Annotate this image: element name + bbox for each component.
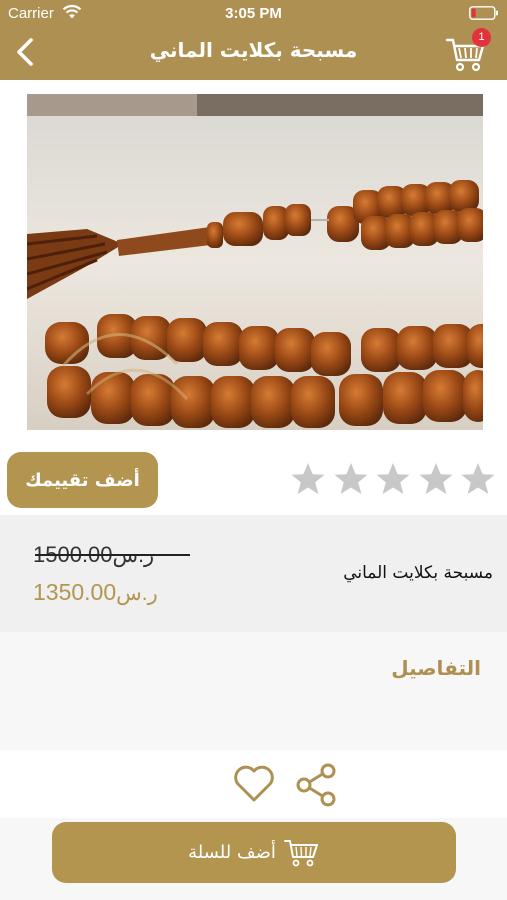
share-icon[interactable] bbox=[294, 762, 340, 808]
cart-icon bbox=[283, 839, 318, 866]
price-section: ر.س1500.00 ر.س1350.00 مسبحة بكلايت المان… bbox=[0, 515, 507, 632]
cart-button[interactable]: 1 bbox=[445, 28, 493, 74]
details-title: التفاصيل bbox=[391, 656, 481, 680]
add-rating-button[interactable]: أضف تقييمك bbox=[7, 452, 158, 508]
battery-icon bbox=[469, 6, 498, 20]
action-row bbox=[0, 750, 507, 818]
new-price: ر.س1350.00 bbox=[33, 579, 180, 606]
app-header: Carrier 3:05 PM مسبحة بكلايت الماني 1 bbox=[0, 0, 507, 80]
rating-stars bbox=[290, 458, 496, 500]
add-to-cart-label: أضف للسلة bbox=[188, 842, 276, 863]
star-icon[interactable] bbox=[333, 461, 369, 497]
status-time: 3:05 PM bbox=[225, 5, 282, 22]
product-image[interactable] bbox=[27, 94, 483, 430]
new-price-currency: ر.س bbox=[116, 582, 158, 605]
cart-count-badge: 1 bbox=[472, 28, 491, 47]
add-to-cart-button[interactable]: أضف للسلة bbox=[52, 822, 456, 883]
star-icon[interactable] bbox=[418, 461, 454, 497]
heart-icon[interactable] bbox=[232, 762, 276, 806]
product-name: مسبحة بكلايت الماني bbox=[343, 563, 493, 583]
back-button[interactable] bbox=[8, 34, 42, 70]
star-icon[interactable] bbox=[375, 461, 411, 497]
prayer-beads-photo bbox=[27, 94, 483, 430]
bottom-bar: أضف للسلة bbox=[0, 818, 507, 900]
strikethrough-line bbox=[35, 554, 190, 556]
star-icon[interactable] bbox=[460, 461, 496, 497]
new-price-value: 1350.00 bbox=[33, 579, 117, 605]
chevron-left-icon bbox=[17, 38, 33, 66]
star-icon[interactable] bbox=[290, 461, 326, 497]
page-title: مسبحة بكلايت الماني bbox=[149, 38, 358, 62]
status-bar: Carrier 3:05 PM bbox=[0, 0, 507, 28]
details-section: التفاصيل bbox=[0, 632, 507, 750]
